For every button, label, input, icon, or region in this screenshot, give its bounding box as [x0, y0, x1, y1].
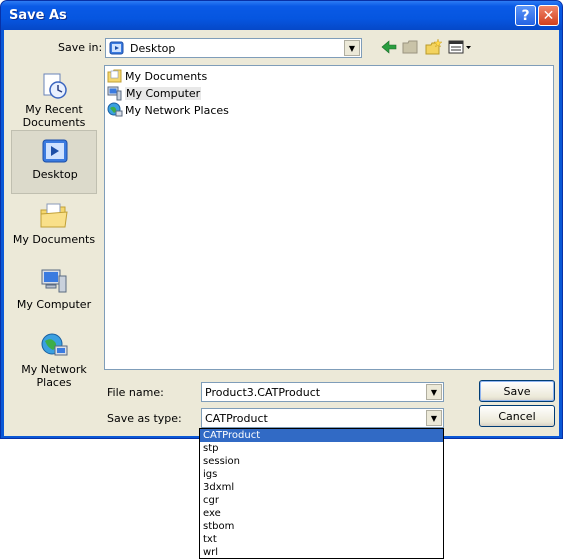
desktop-small-icon — [109, 41, 124, 55]
file-name: My Computer — [125, 86, 202, 100]
chevron-down-icon[interactable]: ▼ — [344, 40, 360, 56]
help-button[interactable]: ? — [515, 5, 536, 26]
chevron-down-icon[interactable]: ▼ — [426, 384, 442, 400]
save-as-type-value: CATProduct — [205, 412, 268, 425]
type-option[interactable]: session — [200, 455, 443, 468]
places-bar: My Recent Documents Desktop My Documents — [11, 65, 97, 420]
new-folder-icon[interactable] — [424, 38, 444, 56]
place-label: My Documents — [12, 233, 96, 246]
save-as-type-label: Save as type: — [107, 412, 182, 425]
my-computer-icon — [41, 269, 67, 293]
title-bar[interactable]: Save As ? ✕ — [1, 1, 562, 30]
place-my-network-places[interactable]: My Network Places — [11, 325, 97, 389]
cancel-button[interactable]: Cancel — [479, 405, 555, 427]
views-menu-icon[interactable] — [447, 38, 473, 56]
save-in-label: Save in: — [58, 41, 103, 54]
recent-documents-icon — [43, 73, 67, 99]
window-title: Save As — [9, 8, 67, 23]
save-as-type-dropdown[interactable]: CATProduct stp session igs 3dxml cgr exe… — [199, 428, 444, 559]
save-button[interactable]: Save — [479, 380, 555, 402]
file-name-value: Product3.CATProduct — [205, 386, 321, 399]
close-button[interactable]: ✕ — [538, 5, 559, 26]
list-item[interactable]: My Computer — [107, 85, 202, 101]
type-option[interactable]: exe — [200, 507, 443, 520]
file-name-label: File name: — [107, 386, 164, 399]
list-item[interactable]: My Network Places — [107, 102, 229, 118]
place-my-documents[interactable]: My Documents — [11, 195, 97, 259]
type-option[interactable]: wrl — [200, 546, 443, 559]
place-label: My Computer — [16, 298, 92, 311]
place-desktop[interactable]: Desktop — [11, 130, 97, 194]
back-icon[interactable] — [379, 38, 399, 56]
desktop-icon — [42, 139, 68, 163]
type-option[interactable]: stbom — [200, 520, 443, 533]
place-my-computer[interactable]: My Computer — [11, 260, 97, 324]
type-option[interactable]: CATProduct — [200, 429, 443, 442]
save-in-select[interactable]: Desktop ▼ — [105, 38, 362, 58]
list-item[interactable]: My Documents — [107, 68, 207, 84]
dialog-body: Save in: Desktop ▼ My Recent Documents D… — [4, 30, 559, 436]
chevron-down-icon[interactable]: ▼ — [426, 410, 442, 426]
up-folder-icon[interactable] — [401, 38, 421, 56]
network-icon — [107, 102, 123, 117]
file-name-input[interactable]: Product3.CATProduct ▼ — [201, 382, 444, 402]
save-as-dialog: Save As ? ✕ Save in: Desktop ▼ My Recent… — [0, 0, 563, 439]
my-documents-icon — [40, 203, 68, 228]
type-option[interactable]: igs — [200, 468, 443, 481]
network-places-icon — [41, 333, 68, 356]
computer-icon — [107, 86, 122, 101]
close-icon: ✕ — [542, 7, 555, 24]
place-my-recent-documents[interactable]: My Recent Documents — [11, 65, 97, 129]
file-name: My Documents — [125, 69, 208, 83]
place-label: My Network Places — [21, 363, 87, 389]
place-label: My Recent Documents — [22, 103, 86, 129]
type-option[interactable]: stp — [200, 442, 443, 455]
folder-documents-icon — [107, 69, 122, 83]
type-option[interactable]: cgr — [200, 494, 443, 507]
place-label: Desktop — [32, 168, 78, 181]
file-list[interactable]: My Documents My Computer My Network Plac… — [104, 65, 554, 370]
save-in-value: Desktop — [130, 42, 176, 55]
save-as-type-select[interactable]: CATProduct ▼ — [201, 408, 444, 428]
help-icon: ? — [521, 7, 530, 24]
type-option[interactable]: 3dxml — [200, 481, 443, 494]
type-option[interactable]: txt — [200, 533, 443, 546]
file-name: My Network Places — [125, 103, 229, 117]
